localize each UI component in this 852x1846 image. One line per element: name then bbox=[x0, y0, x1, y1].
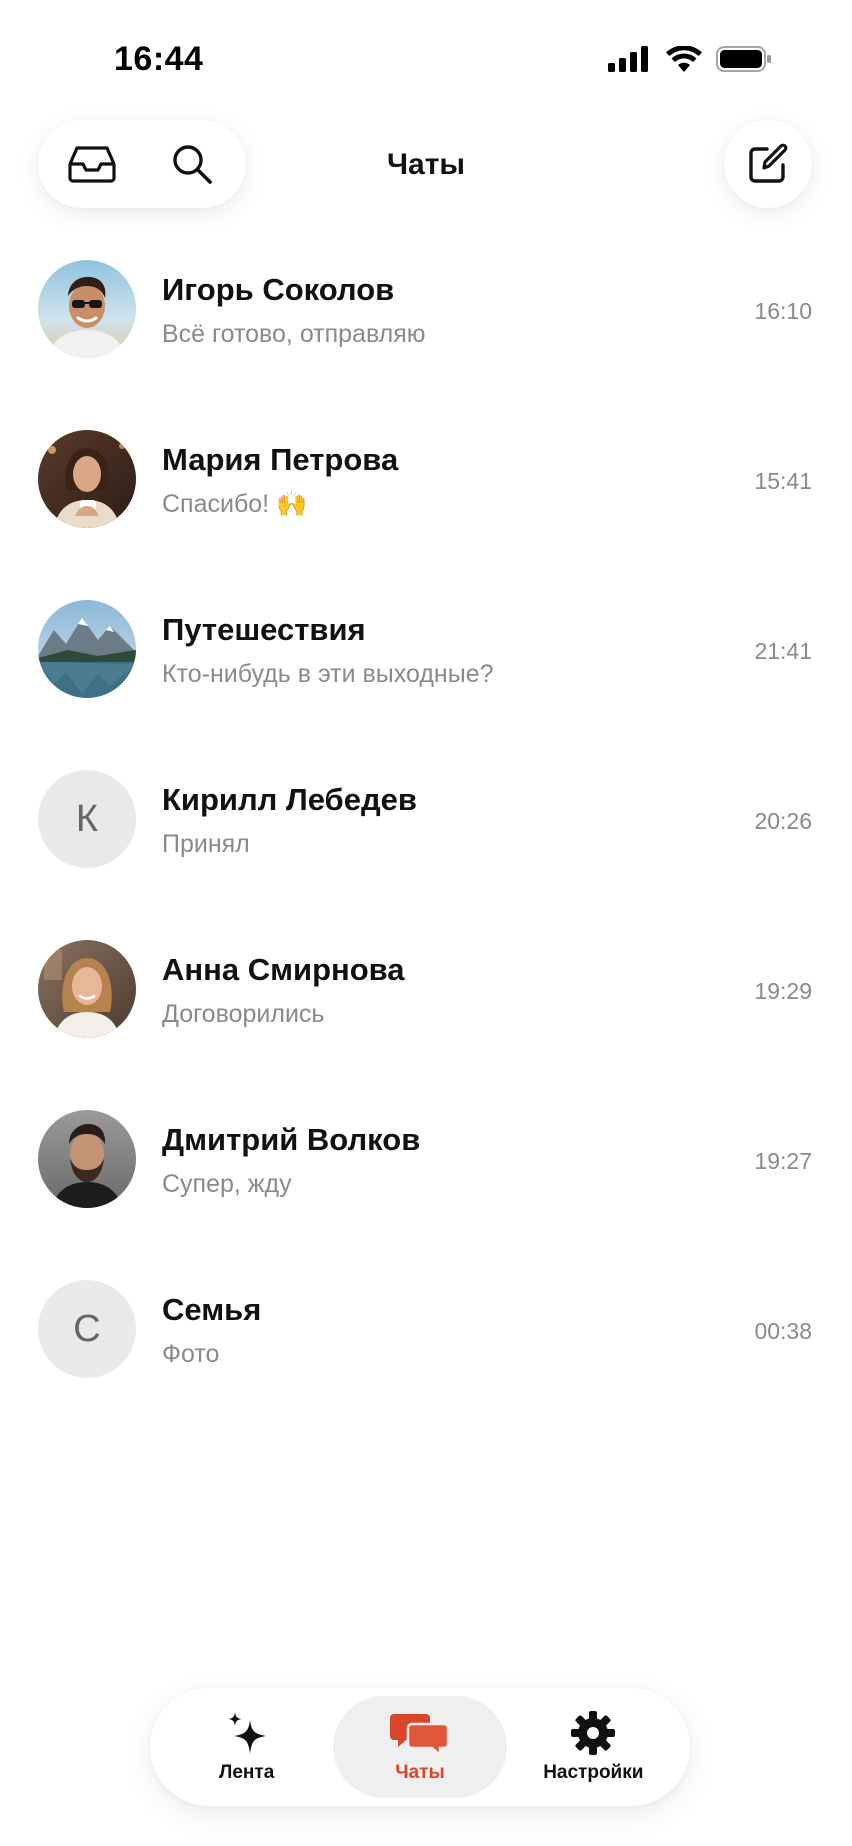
tab-label: Чаты bbox=[395, 1762, 445, 1783]
avatar-photo-man-sunglasses bbox=[38, 260, 136, 358]
chat-row[interactable]: Путешествия Кто-нибудь в эти выходные? 2… bbox=[0, 588, 852, 758]
battery-icon bbox=[716, 46, 771, 72]
wifi-icon bbox=[666, 46, 702, 72]
avatar-letter: К bbox=[75, 797, 99, 840]
chat-preview: Кто-нибудь в эти выходные? bbox=[162, 660, 494, 688]
chat-time: 21:41 bbox=[754, 638, 812, 664]
sparkles-icon bbox=[227, 1712, 266, 1754]
tab-chats[interactable]: Чаты bbox=[333, 1696, 507, 1798]
chat-name: Игорь Соколов bbox=[162, 272, 395, 307]
avatar-photo-mountain-lake bbox=[38, 600, 136, 698]
avatar bbox=[38, 1110, 136, 1208]
chat-row[interactable]: Игорь Соколов Всё готово, отправляю 16:1… bbox=[0, 248, 852, 418]
chat-preview: Спасибо! 🙌 bbox=[162, 490, 308, 518]
header: Чаты bbox=[0, 118, 852, 214]
cellular-signal-icon bbox=[608, 46, 648, 72]
chat-row[interactable]: Анна Смирнова Договорились 19:29 bbox=[0, 928, 852, 1098]
chat-time: 19:29 bbox=[754, 978, 812, 1004]
chat-row[interactable]: Дмитрий Волков Супер, жду 19:27 bbox=[0, 1098, 852, 1268]
avatar bbox=[38, 940, 136, 1038]
status-bar: 16:44 bbox=[0, 0, 852, 110]
status-icons bbox=[608, 46, 772, 72]
tab-label: Лента bbox=[219, 1762, 275, 1783]
chat-time: 00:38 bbox=[754, 1318, 812, 1344]
chat-row[interactable]: С Семья Фото 00:38 bbox=[0, 1268, 852, 1438]
avatar: К bbox=[38, 770, 136, 868]
avatar bbox=[38, 260, 136, 358]
chat-list: Игорь Соколов Всё готово, отправляю 16:1… bbox=[0, 248, 852, 1438]
chat-name: Кирилл Лебедев bbox=[162, 782, 417, 817]
chat-bubbles-icon bbox=[389, 1714, 450, 1756]
avatar bbox=[38, 600, 136, 698]
chat-time: 15:41 bbox=[754, 468, 812, 494]
chat-preview: Всё готово, отправляю bbox=[162, 320, 426, 348]
compose-icon bbox=[749, 143, 788, 183]
avatar-photo-woman-coffee bbox=[38, 430, 136, 528]
compose-button[interactable] bbox=[724, 120, 812, 208]
status-time: 16:44 bbox=[114, 40, 204, 78]
chat-time: 19:27 bbox=[754, 1148, 812, 1174]
chat-preview: Фото bbox=[162, 1340, 220, 1368]
tab-feed[interactable]: Лента bbox=[160, 1696, 333, 1798]
chat-name: Мария Петрова bbox=[162, 442, 399, 477]
avatar-photo-bearded-man bbox=[38, 1110, 136, 1208]
tab-settings[interactable]: Настройки bbox=[507, 1696, 680, 1798]
chat-preview: Договорились bbox=[162, 1000, 325, 1028]
chat-name: Семья bbox=[162, 1292, 262, 1327]
chat-time: 16:10 bbox=[754, 298, 812, 324]
avatar: С bbox=[38, 1280, 136, 1378]
avatar bbox=[38, 430, 136, 528]
tab-bar: Лента Чаты Настройки bbox=[150, 1688, 690, 1806]
chat-name: Дмитрий Волков bbox=[162, 1122, 421, 1157]
chat-row[interactable]: К Кирилл Лебедев Принял 20:26 bbox=[0, 758, 852, 928]
chat-preview: Принял bbox=[162, 830, 250, 858]
gear-icon bbox=[571, 1711, 616, 1755]
chat-time: 20:26 bbox=[754, 808, 812, 834]
avatar-photo-woman-cafe bbox=[38, 940, 136, 1038]
chat-preview: Супер, жду bbox=[162, 1170, 292, 1198]
avatar-letter: С bbox=[73, 1307, 101, 1350]
tab-label: Настройки bbox=[543, 1762, 644, 1783]
chat-name: Анна Смирнова bbox=[162, 952, 405, 987]
chat-name: Путешествия bbox=[162, 612, 366, 647]
chat-row[interactable]: Мария Петрова Спасибо! 🙌 15:41 bbox=[0, 418, 852, 588]
